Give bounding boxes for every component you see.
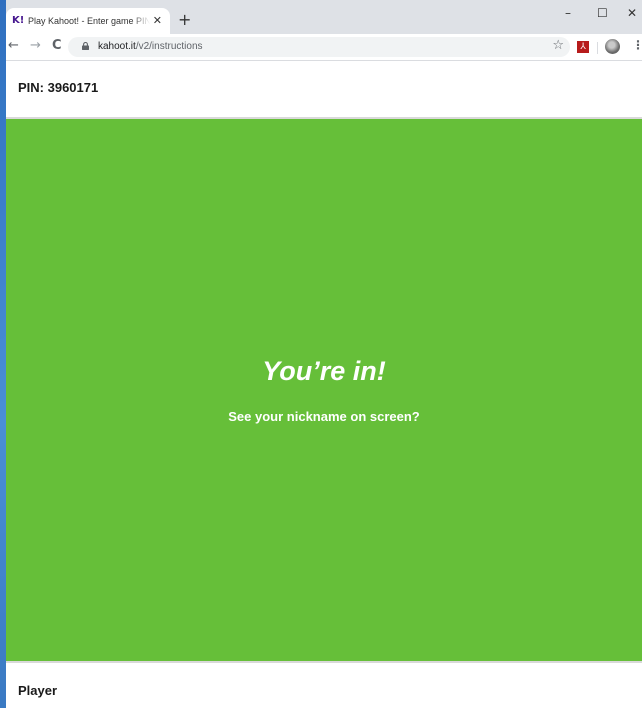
tab-strip: K! Play Kahoot! - Enter game PIN here! ✕…: [6, 0, 642, 34]
youre-in-heading: You’re in!: [262, 356, 386, 386]
maximize-button[interactable]: ☐: [597, 6, 608, 20]
browser-toolbar: ← → C kahoot.it/v2/instructions ☆: [6, 34, 642, 61]
browser-window: K! Play Kahoot! - Enter game PIN here! ✕…: [6, 0, 642, 708]
reload-button[interactable]: C: [52, 39, 62, 53]
page-header: PIN: 3960171: [6, 61, 642, 119]
player-name: Player: [18, 683, 58, 698]
tab-close-icon[interactable]: ✕: [153, 14, 162, 27]
nickname-prompt: See your nickname on screen?: [228, 409, 420, 424]
url-text: kahoot.it/v2/instructions: [98, 41, 203, 52]
pdf-extension-icon[interactable]: ⅄: [577, 41, 589, 53]
game-pin: PIN: 3960171: [18, 80, 99, 95]
back-button[interactable]: ←: [8, 39, 19, 53]
toolbar-divider: [597, 42, 598, 54]
kahoot-favicon-icon: K!: [12, 15, 25, 26]
menu-icon[interactable]: ⋮: [632, 38, 642, 52]
address-bar[interactable]: kahoot.it/v2/instructions ☆: [68, 37, 570, 57]
forward-button[interactable]: →: [30, 39, 41, 53]
profile-avatar[interactable]: [605, 39, 620, 54]
tab-kahoot[interactable]: K! Play Kahoot! - Enter game PIN here! ✕: [6, 8, 170, 34]
page-footer: Player: [6, 661, 642, 708]
lock-icon: [82, 42, 89, 50]
status-panel: You’re in! See your nickname on screen?: [6, 119, 642, 661]
close-window-button[interactable]: ✕: [627, 6, 637, 20]
tab-title: Play Kahoot! - Enter game PIN here!: [28, 16, 150, 26]
url-path: /v2/instructions: [135, 41, 203, 52]
url-domain: kahoot.it: [98, 41, 136, 52]
bookmark-star-icon[interactable]: ☆: [552, 38, 564, 53]
minimize-button[interactable]: –: [565, 6, 571, 20]
new-tab-button[interactable]: +: [178, 12, 191, 28]
